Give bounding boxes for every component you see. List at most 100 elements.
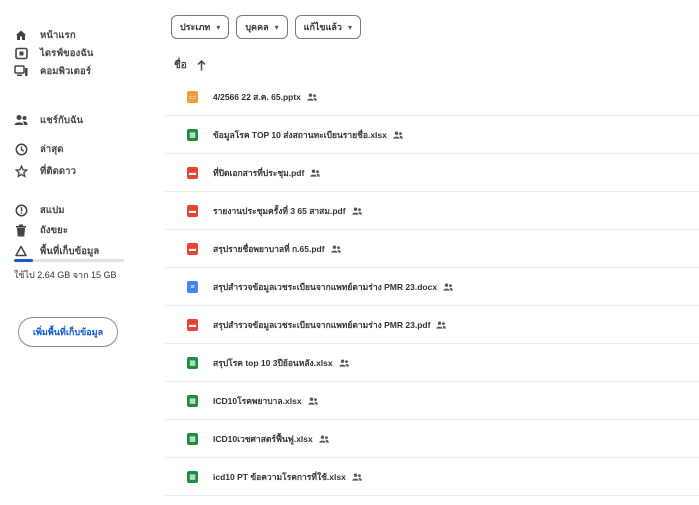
storage-usage-text: ใช้ไป 2.64 GB จาก 15 GB (14, 270, 117, 280)
nav-item-spam[interactable]: สแปม (14, 201, 65, 219)
file-name: 4/2566 22 ส.ค. 65.pptx (213, 92, 301, 102)
shared-people-icon (330, 245, 341, 253)
cloud-icon (14, 244, 28, 258)
nav-item-trash[interactable]: ถังขยะ (14, 221, 68, 239)
file-name: รายงานประชุมครั้งที่ 3 65 สาสม.pdf (213, 206, 346, 216)
my-drive-icon (14, 46, 28, 60)
shared-with-me-icon (14, 113, 28, 127)
nav-item-recent[interactable]: ล่าสุด (14, 140, 64, 158)
shared-people-icon (307, 93, 317, 101)
sheets-file-icon: ▦ (187, 357, 198, 369)
file-name: icd10 PT ข้อความโรคการที่ใช้.xlsx (213, 472, 346, 482)
pdf-file-icon: ▬ (187, 243, 198, 255)
chevron-down-icon: ▾ (216, 22, 221, 32)
nav-item-home[interactable]: หน้าแรก (14, 26, 76, 44)
spam-icon (14, 203, 28, 217)
recent-icon (14, 142, 28, 156)
nav-item-label: หน้าแรก (40, 29, 76, 41)
file-row[interactable]: ▬ สรุปสำรวจข้อมูลเวชระเบียนจากแพทย์ตามร่า… (165, 307, 699, 344)
pdf-glyph: ▬ (189, 321, 196, 329)
trash-icon (14, 223, 28, 237)
pdf-glyph: ▬ (189, 207, 196, 215)
shared-people-icon (436, 321, 447, 329)
slides-glyph: ▭ (189, 93, 196, 101)
file-name: ICD10เวชศาสตร์ฟื้นฟู.xlsx (213, 434, 313, 444)
file-row[interactable]: ▦ ICD10โรคพยาบาล.xlsx (165, 383, 699, 420)
file-row[interactable]: ▬ สรุปรายชื่อพยาบาลที่ ก.65.pdf (165, 231, 699, 268)
filter-modified-chip[interactable]: แก้ไขแล้ว ▾ (294, 15, 361, 39)
nav-item-my-drive[interactable]: ไดรฟ์ของฉัน (14, 44, 93, 62)
file-name: สรุปโรค top 10 3ปีย้อนหลัง.xlsx (213, 358, 333, 368)
nav-item-label: ล่าสุด (40, 143, 64, 155)
nav-item-label: ที่ติดดาว (40, 165, 77, 177)
file-row[interactable]: ▦ icd10 PT ข้อความโรคการที่ใช้.xlsx (165, 459, 699, 496)
pdf-file-icon: ▬ (187, 167, 198, 179)
filter-modified-label: แก้ไขแล้ว (303, 22, 342, 32)
shared-people-icon (310, 169, 321, 177)
filter-people-chip[interactable]: บุคคล ▾ (236, 15, 288, 39)
shared-people-icon (351, 207, 362, 215)
docs-glyph: ≡ (190, 283, 195, 291)
file-row[interactable]: ≡ สรุปสำรวจข้อมูลเวชระเบียนจากแพทย์ตามร่า… (165, 269, 699, 306)
sheets-file-icon: ▦ (187, 129, 198, 141)
star-icon (14, 164, 28, 178)
pdf-file-icon: ▬ (187, 319, 198, 331)
sheets-glyph: ▦ (189, 359, 196, 367)
nav-item-storage[interactable]: พื้นที่เก็บข้อมูล (14, 242, 99, 260)
file-name: สรุปสำรวจข้อมูลเวชระเบียนจากแพทย์ตามร่าง… (213, 320, 431, 330)
sheets-file-icon: ▦ (187, 395, 198, 407)
sheets-glyph: ▦ (189, 435, 196, 443)
nav-item-computers[interactable]: คอมพิวเตอร์ (14, 62, 91, 80)
shared-people-icon (443, 283, 453, 291)
buy-storage-button[interactable]: เพิ่มพื้นที่เก็บข้อมูล (18, 317, 118, 347)
sheets-file-icon: ▦ (187, 433, 198, 445)
file-name: ICD10โรคพยาบาล.xlsx (213, 396, 302, 406)
file-name: สรุปรายชื่อพยาบาลที่ ก.65.pdf (213, 244, 325, 254)
file-name: สรุปสำรวจข้อมูลเวชระเบียนจากแพทย์ตามร่าง… (213, 282, 438, 292)
shared-people-icon (352, 473, 362, 481)
pdf-glyph: ▬ (189, 169, 196, 177)
filter-type-chip[interactable]: ประเภท ▾ (171, 15, 230, 39)
sheets-glyph: ▦ (189, 131, 196, 139)
shared-people-icon (307, 397, 318, 405)
filter-people-label: บุคคล (245, 22, 269, 32)
shared-people-icon (319, 435, 329, 443)
nav-item-label: ถังขยะ (40, 224, 69, 236)
pdf-glyph: ▬ (189, 245, 196, 253)
pdf-file-icon: ▬ (187, 205, 198, 217)
slides-file-icon: ▭ (187, 91, 198, 103)
file-row[interactable]: ▭ 4/2566 22 ส.ค. 65.pptx (165, 79, 699, 116)
file-row[interactable]: ▦ ข้อมูลโรค TOP 10 ส่งสถานทะเบียนรายชื่อ.… (165, 117, 699, 154)
nav-item-label: สแปม (40, 204, 65, 216)
sort-header: ชื่อ (174, 58, 207, 73)
sort-by-name-label[interactable]: ชื่อ (174, 58, 187, 73)
filter-type-label: ประเภท (180, 22, 211, 32)
sheets-glyph: ▦ (189, 473, 196, 481)
nav-item-starred[interactable]: ที่ติดดาว (14, 162, 76, 180)
storage-usage-fill (14, 259, 34, 262)
chevron-down-icon: ▾ (274, 22, 279, 32)
arrow-up-icon[interactable] (197, 60, 207, 72)
file-row[interactable]: ▦ สรุปโรค top 10 3ปีย้อนหลัง.xlsx (165, 345, 699, 382)
storage-usage-bar (14, 259, 124, 262)
file-name: ที่ปิดเอกสารที่ประชุม.pdf (213, 168, 305, 178)
sheets-glyph: ▦ (189, 397, 196, 405)
home-icon (14, 28, 28, 42)
sidebar: หน้าแรก ไดรฟ์ของฉัน คอมพิวเตอร์ แชร์กับฉ… (0, 0, 160, 505)
chevron-down-icon: ▾ (347, 22, 352, 32)
nav-item-label: ไดรฟ์ของฉัน (40, 47, 94, 59)
computer-icon (14, 64, 28, 78)
nav-item-label: คอมพิวเตอร์ (40, 65, 92, 77)
sheets-file-icon: ▦ (187, 471, 198, 483)
file-row[interactable]: ▦ ICD10เวชศาสตร์ฟื้นฟู.xlsx (165, 421, 699, 458)
nav-item-label: แชร์กับฉัน (40, 114, 84, 126)
nav-item-label: พื้นที่เก็บข้อมูล (40, 245, 100, 257)
file-row[interactable]: ▬ รายงานประชุมครั้งที่ 3 65 สาสม.pdf (165, 193, 699, 230)
nav-item-shared-with-me[interactable]: แชร์กับฉัน (14, 111, 83, 129)
docs-file-icon: ≡ (187, 281, 198, 293)
filter-bar: ประเภท ▾ บุคคล ▾ แก้ไขแล้ว ▾ (171, 15, 361, 39)
shared-people-icon (338, 359, 349, 367)
file-name: ข้อมูลโรค TOP 10 ส่งสถานทะเบียนรายชื่อ.x… (213, 130, 387, 140)
shared-people-icon (393, 131, 403, 139)
file-row[interactable]: ▬ ที่ปิดเอกสารที่ประชุม.pdf (165, 155, 699, 192)
